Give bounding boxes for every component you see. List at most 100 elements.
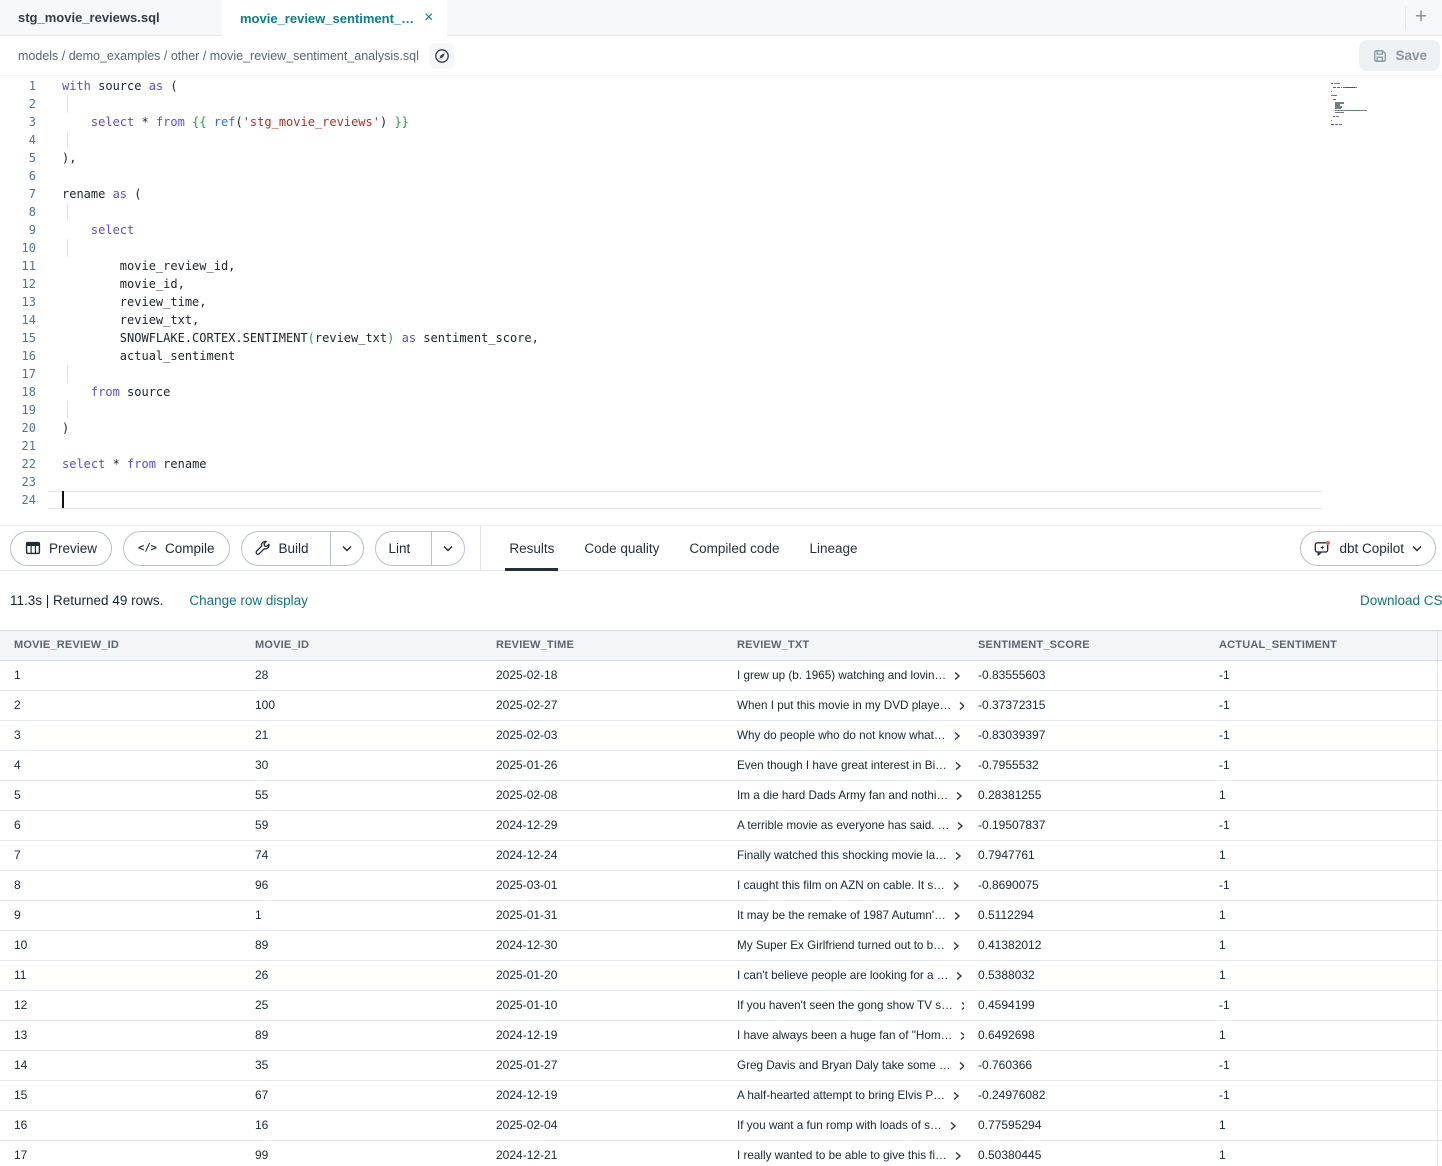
- table-cell: 100: [241, 691, 482, 720]
- table-cell: 14: [0, 1051, 241, 1080]
- tab-results[interactable]: Results: [509, 525, 554, 571]
- code-line[interactable]: [62, 95, 539, 113]
- result-tabs: Results Code quality Compiled code Linea…: [481, 525, 857, 571]
- code-line[interactable]: [62, 491, 539, 509]
- dbt-copilot-button[interactable]: dbt Copilot: [1300, 531, 1436, 566]
- preview-button[interactable]: Preview: [10, 531, 112, 566]
- line-number: 13: [0, 293, 36, 311]
- new-tab-button[interactable]: +: [1408, 4, 1434, 30]
- table-cell: I can't believe people are looking for a…: [723, 961, 964, 990]
- chevron-right-icon[interactable]: [957, 701, 964, 711]
- chevron-right-icon[interactable]: [951, 881, 961, 891]
- code-line[interactable]: rename as (: [62, 185, 539, 203]
- tab-stg-movie-reviews[interactable]: stg_movie_reviews.sql: [0, 0, 222, 35]
- line-number: 20: [0, 419, 36, 437]
- code-pane[interactable]: with source as ( select * from {{ ref('s…: [62, 77, 539, 509]
- code-line[interactable]: actual_sentiment: [62, 347, 539, 365]
- line-number: 9: [0, 221, 36, 239]
- table-cell: -0.760366: [964, 1051, 1205, 1080]
- code-line[interactable]: ): [62, 419, 539, 437]
- lint-button: Lint: [375, 531, 466, 566]
- code-line[interactable]: SNOWFLAKE.CORTEX.SENTIMENT(review_txt) a…: [62, 329, 539, 347]
- download-csv-link[interactable]: Download CSV: [1360, 593, 1442, 608]
- chevron-right-icon[interactable]: [953, 1151, 963, 1161]
- table-row: 912025-01-31It may be the remake of 1987…: [0, 901, 1442, 931]
- close-icon[interactable]: ×: [424, 9, 433, 27]
- chevron-down-icon: [443, 545, 453, 552]
- table-cell: 2025-01-10: [482, 991, 723, 1020]
- code-line[interactable]: review_txt,: [62, 311, 539, 329]
- code-line[interactable]: select * from {{ ref('stg_movie_reviews'…: [62, 113, 539, 131]
- table-cell: 2025-01-31: [482, 901, 723, 930]
- line-numbers: 123456789101112131415161718192021222324: [0, 77, 36, 509]
- line-number: 24: [0, 491, 36, 509]
- code-line[interactable]: [62, 131, 539, 149]
- table-cell: I caught this film on AZN on cable. It s…: [723, 871, 964, 900]
- preview-label: Preview: [49, 541, 97, 556]
- table-cell: -1: [1205, 811, 1438, 840]
- chevron-right-icon[interactable]: [952, 911, 962, 921]
- query-summary: 11.3s | Returned 49 rows.: [10, 593, 163, 608]
- code-minimap[interactable]: [1331, 83, 1405, 130]
- line-number: 16: [0, 347, 36, 365]
- code-line[interactable]: from source: [62, 383, 539, 401]
- table-row: 16162025-02-04If you want a fun romp wit…: [0, 1111, 1442, 1141]
- code-line[interactable]: [62, 437, 539, 455]
- code-line[interactable]: ),: [62, 149, 539, 167]
- code-line[interactable]: [62, 167, 539, 185]
- line-number: 18: [0, 383, 36, 401]
- tab-label: stg_movie_reviews.sql: [18, 10, 160, 25]
- table-cell: 17: [0, 1141, 241, 1166]
- build-dropdown[interactable]: [330, 532, 363, 565]
- code-line[interactable]: select * from rename: [62, 455, 539, 473]
- table-cell: 12: [0, 991, 241, 1020]
- table-cell: 0.50380445: [964, 1141, 1205, 1166]
- table-cell: 26: [241, 961, 482, 990]
- table-cell: 2025-02-27: [482, 691, 723, 720]
- table-row: 17992024-12-21I really wanted to be able…: [0, 1141, 1442, 1166]
- code-line[interactable]: select: [62, 221, 539, 239]
- code-line[interactable]: [62, 473, 539, 491]
- chevron-right-icon[interactable]: [948, 1121, 958, 1131]
- table-cell: -0.24976082: [964, 1081, 1205, 1110]
- tab-label: Code quality: [584, 541, 659, 556]
- compass-button[interactable]: [429, 43, 455, 69]
- chevron-right-icon[interactable]: [951, 941, 961, 951]
- code-line[interactable]: movie_id,: [62, 275, 539, 293]
- code-line[interactable]: with source as (: [62, 77, 539, 95]
- code-line[interactable]: review_time,: [62, 293, 539, 311]
- tab-movie-review-sentiment[interactable]: movie_review_sentiment_… ×: [222, 0, 447, 36]
- chevron-right-icon[interactable]: [952, 671, 962, 681]
- chevron-right-icon[interactable]: [952, 731, 962, 741]
- lint-button-main[interactable]: Lint: [376, 532, 424, 565]
- tab-code-quality[interactable]: Code quality: [584, 525, 659, 571]
- table-cell: 1: [1205, 1021, 1438, 1050]
- chevron-right-icon[interactable]: [953, 761, 963, 771]
- code-line[interactable]: [62, 239, 539, 257]
- code-line[interactable]: [62, 365, 539, 383]
- code-line[interactable]: [62, 401, 539, 419]
- table-cell: 59: [241, 811, 482, 840]
- tab-lineage[interactable]: Lineage: [809, 525, 857, 571]
- table-cell: -1: [1205, 991, 1438, 1020]
- chevron-right-icon[interactable]: [953, 851, 963, 861]
- table-cell: 1: [0, 661, 241, 690]
- save-button[interactable]: Save: [1359, 40, 1440, 71]
- code-editor[interactable]: 123456789101112131415161718192021222324 …: [0, 76, 1442, 525]
- chevron-right-icon[interactable]: [954, 791, 964, 801]
- tab-compiled-code[interactable]: Compiled code: [689, 525, 779, 571]
- table-cell: 21: [241, 721, 482, 750]
- chevron-right-icon[interactable]: [954, 971, 964, 981]
- table-cell: 28: [241, 661, 482, 690]
- table-cell: -1: [1205, 751, 1438, 780]
- chevron-right-icon[interactable]: [957, 1061, 964, 1071]
- change-row-display-link[interactable]: Change row display: [189, 593, 308, 608]
- lint-dropdown[interactable]: [431, 532, 464, 565]
- compile-button[interactable]: </> Compile: [123, 531, 230, 566]
- column-header: SENTIMENT_SCORE: [964, 631, 1205, 660]
- build-button-main[interactable]: Build: [242, 532, 322, 565]
- chevron-right-icon[interactable]: [955, 821, 964, 831]
- code-line[interactable]: [62, 203, 539, 221]
- chevron-right-icon[interactable]: [951, 1091, 961, 1101]
- code-line[interactable]: movie_review_id,: [62, 257, 539, 275]
